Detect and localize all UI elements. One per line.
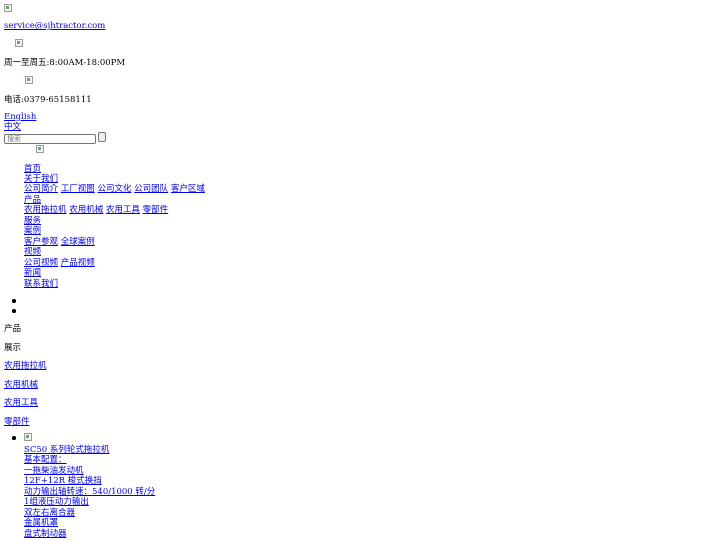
nav-video[interactable]: 视频: [24, 247, 41, 257]
nav-products[interactable]: 产品: [24, 195, 41, 205]
email-icon: [4, 4, 12, 12]
nav-about-submenu: 公司简介 工厂视图 公司文化 公司团队 客户区域: [24, 184, 205, 194]
product-spec-line[interactable]: 一拖柴油发动机: [24, 466, 84, 476]
clock-icon: [14, 39, 23, 47]
language-english-link[interactable]: English: [4, 112, 36, 122]
nav-products-tractor[interactable]: 农用拖拉机: [24, 205, 67, 215]
nav-about-company-culture[interactable]: 公司文化: [97, 184, 131, 194]
language-chinese-link[interactable]: 中文: [4, 122, 21, 132]
product-spec-line[interactable]: 双左右离合器: [24, 508, 75, 518]
slider-dot-1[interactable]: [12, 299, 16, 303]
nav-service[interactable]: 服务: [24, 216, 41, 226]
category-link-machinery[interactable]: 农用机械: [4, 380, 38, 390]
phone-icon: [25, 76, 34, 84]
nav-about-customer-region[interactable]: 客户区域: [171, 184, 205, 194]
product-spec-line[interactable]: 金属机罩: [24, 518, 58, 528]
nav-video-company[interactable]: 公司视频: [24, 258, 58, 268]
phone-number: 电话:0379-65158111: [4, 95, 92, 105]
nav-video-submenu: 公司视频 产品视频: [24, 258, 95, 268]
nav-cases-global[interactable]: 全球案例: [61, 237, 95, 247]
nav-cases-submenu: 客户参观 全球案例: [24, 237, 95, 247]
product-name-link[interactable]: SC50 系列轮式拖拉机: [24, 445, 109, 455]
nav-news[interactable]: 新闻: [24, 268, 41, 278]
product-image[interactable]: [24, 433, 32, 441]
nav-products-machinery[interactable]: 农用机械: [69, 205, 103, 215]
category-link-parts[interactable]: 零部件: [4, 417, 30, 427]
business-hours: 周一至周五:8:00AM-18:00PM: [4, 58, 126, 68]
email-link[interactable]: service@sjhtractor.com: [4, 21, 105, 31]
nav-about-company-team[interactable]: 公司团队: [134, 184, 168, 194]
product-section-title-line1: 产品: [4, 324, 22, 334]
search-input[interactable]: 搜索: [4, 134, 96, 144]
category-link-tractor[interactable]: 农用拖拉机: [4, 361, 47, 371]
search-button[interactable]: [98, 132, 106, 142]
nav-about-factory-view[interactable]: 工厂视图: [61, 184, 95, 194]
product-spec-line[interactable]: 动力输出轴转速：540/1000 转/分: [24, 487, 155, 497]
nav-cases-customer-visit[interactable]: 客户参观: [24, 237, 58, 247]
product-section-title-line2: 展示: [4, 343, 22, 353]
logo-image: [36, 145, 45, 153]
nav-products-parts[interactable]: 零部件: [143, 205, 169, 215]
nav-products-submenu: 农用拖拉机 农用机械 农用工具 零部件: [24, 205, 168, 215]
product-spec-line[interactable]: 12F+12R 梭式换挡: [24, 476, 102, 486]
nav-contact[interactable]: 联系我们: [24, 279, 58, 289]
category-link-tools[interactable]: 农用工具: [4, 398, 38, 408]
product-spec-line[interactable]: 基本配置：: [24, 455, 67, 465]
product-list-bullet: [12, 436, 16, 440]
slider-dot-2[interactable]: [12, 309, 16, 313]
nav-video-product[interactable]: 产品视频: [61, 258, 95, 268]
nav-about-company-intro[interactable]: 公司简介: [24, 184, 58, 194]
nav-products-tools[interactable]: 农用工具: [106, 205, 140, 215]
nav-about[interactable]: 关于我们: [24, 174, 58, 184]
nav-cases[interactable]: 案例: [24, 226, 41, 236]
nav-home[interactable]: 首页: [24, 164, 41, 174]
product-spec-line[interactable]: 盘式制动器: [24, 529, 67, 539]
product-spec-line[interactable]: 1组液压动力输出: [24, 497, 89, 507]
